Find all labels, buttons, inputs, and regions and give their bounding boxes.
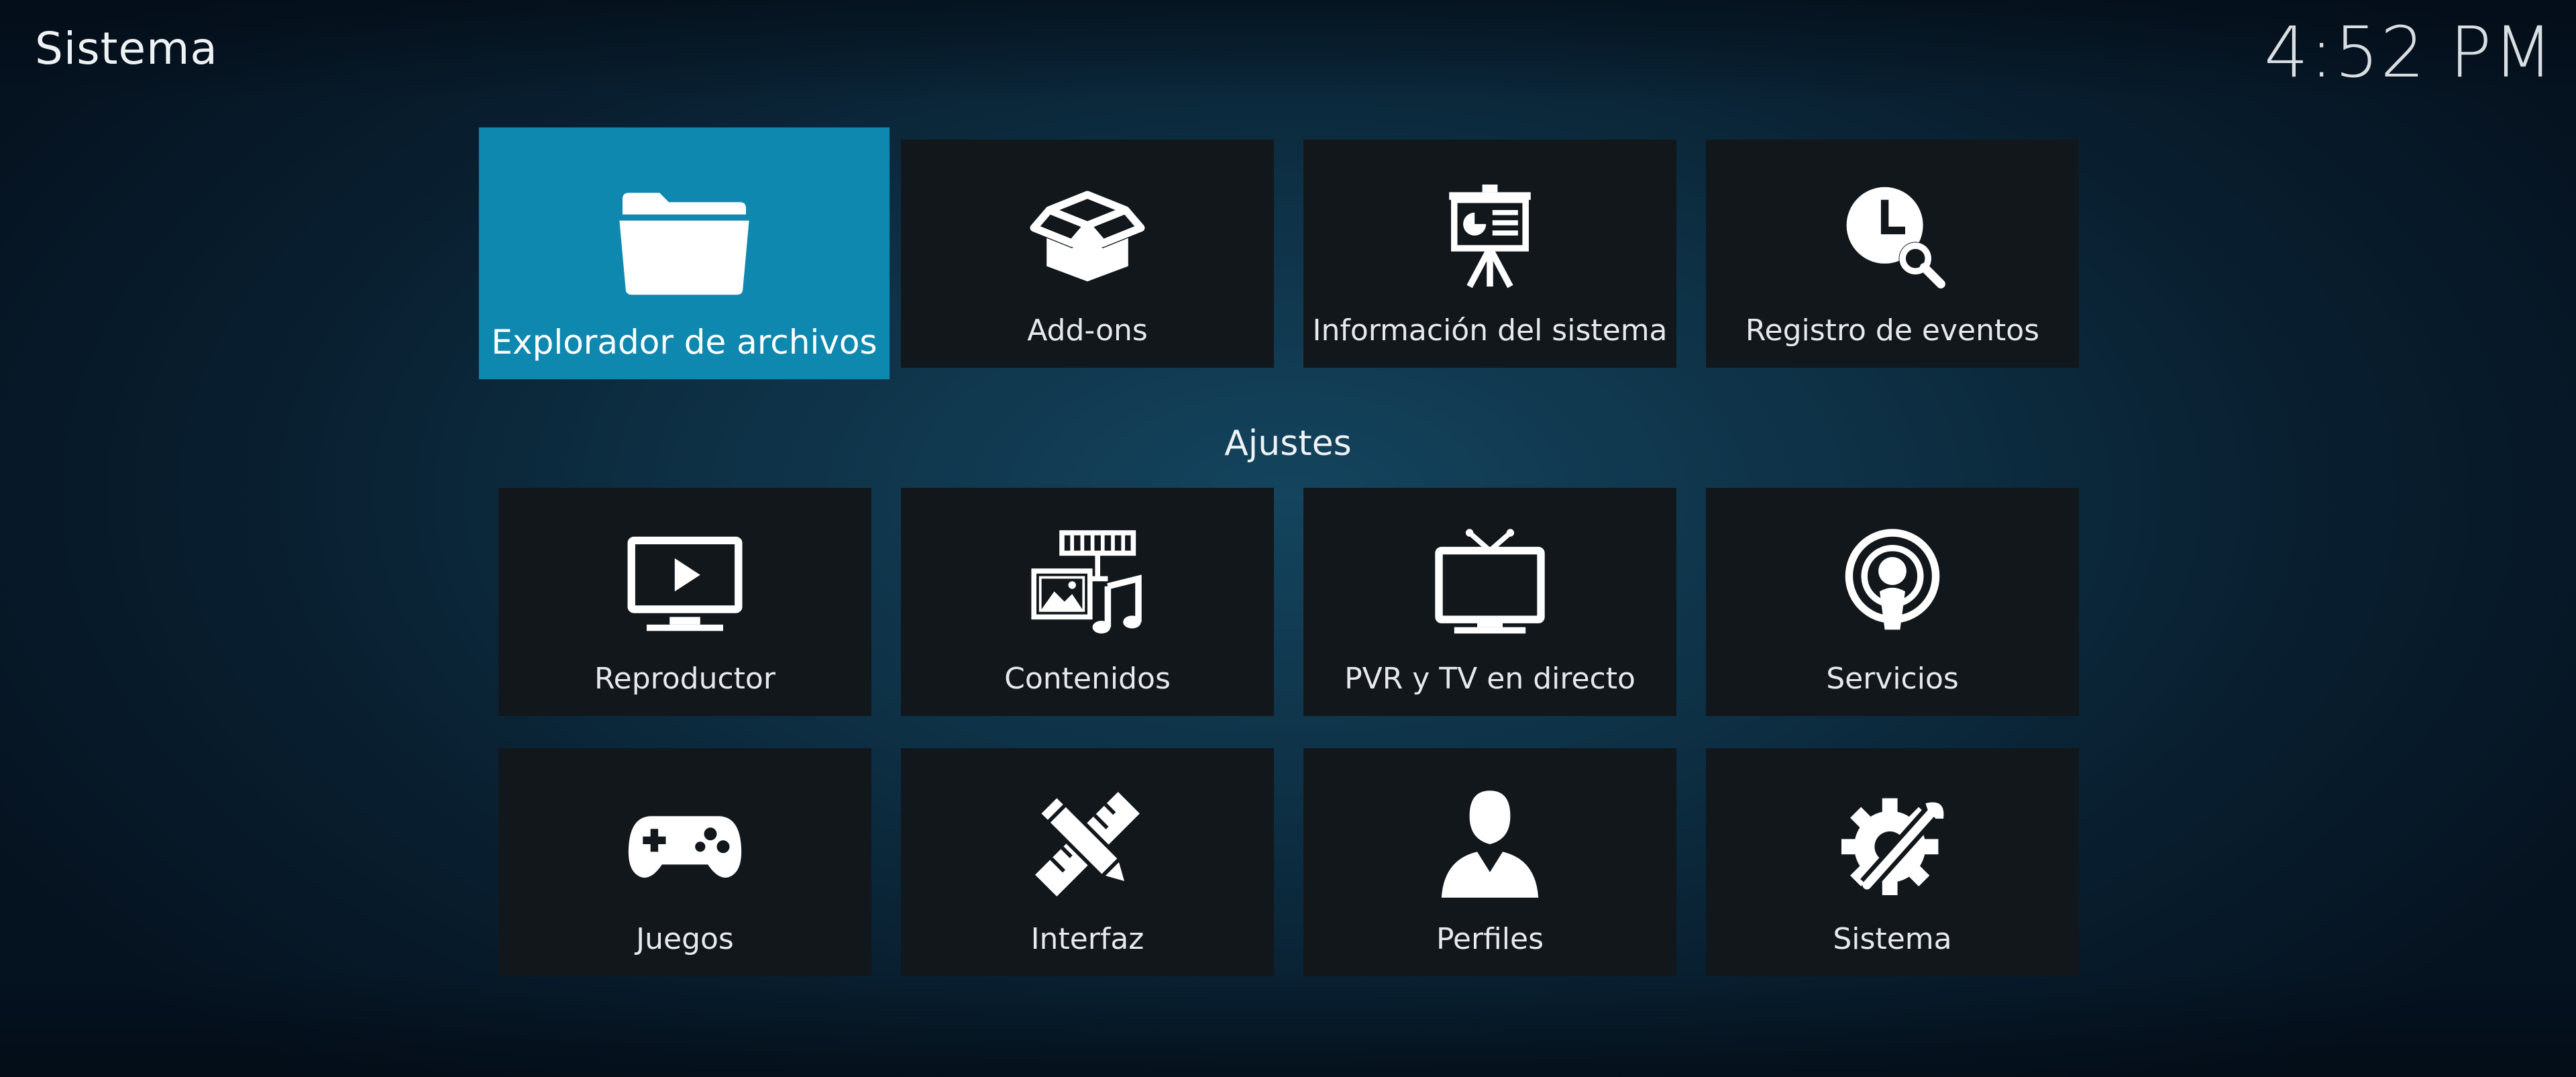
tile-label: Interfaz (1030, 922, 1144, 956)
bottom-shade (0, 970, 2576, 1077)
tile-system[interactable]: Sistema (1706, 748, 2079, 976)
tile-label: Información del sistema (1312, 313, 1668, 348)
tile-label: Sistema (1833, 922, 1952, 956)
broadcast-icon (1829, 520, 1956, 648)
section-title-settings: Ajustes (1224, 423, 1352, 464)
clock: 4:52 PM (2263, 11, 2555, 93)
tile-player[interactable]: Reproductor (498, 488, 871, 716)
tile-label: Servicios (1826, 662, 1959, 696)
tile-addons[interactable]: Add-ons (901, 140, 1274, 368)
tv-play-icon (621, 520, 749, 648)
tile-label: PVR y TV en directo (1344, 662, 1635, 696)
tile-system-info[interactable]: Información del sistema (1303, 140, 1676, 368)
folder-icon (607, 165, 761, 319)
presentation-board-icon (1426, 172, 1554, 299)
window-title: Sistema (35, 23, 218, 74)
clock-search-icon (1829, 172, 1956, 299)
tile-event-log[interactable]: Registro de eventos (1706, 140, 2079, 368)
tile-label: Juegos (636, 922, 734, 956)
pencil-ruler-icon (1024, 780, 1151, 908)
tile-services[interactable]: Servicios (1706, 488, 2079, 716)
tile-pvr[interactable]: PVR y TV en directo (1303, 488, 1676, 716)
tile-media[interactable]: Contenidos (901, 488, 1274, 716)
tv-antenna-icon (1426, 520, 1554, 648)
media-library-icon (1024, 520, 1151, 648)
gear-wrench-icon (1829, 780, 1956, 908)
top-shade (0, 0, 2576, 101)
tile-label: Explorador de archivos (491, 323, 877, 362)
tile-games[interactable]: Juegos (498, 748, 871, 976)
tile-label: Perfiles (1436, 922, 1544, 956)
gamepad-icon (621, 780, 749, 908)
user-profile-icon (1426, 780, 1554, 908)
tile-file-manager[interactable]: Explorador de archivos (479, 127, 890, 379)
tile-label: Reproductor (594, 662, 775, 696)
tile-label: Add-ons (1027, 313, 1148, 348)
tile-label: Registro de eventos (1745, 313, 2040, 348)
tile-profiles[interactable]: Perfiles (1303, 748, 1676, 976)
box-icon (1024, 172, 1151, 299)
tile-label: Contenidos (1004, 662, 1171, 696)
tile-interface[interactable]: Interfaz (901, 748, 1274, 976)
